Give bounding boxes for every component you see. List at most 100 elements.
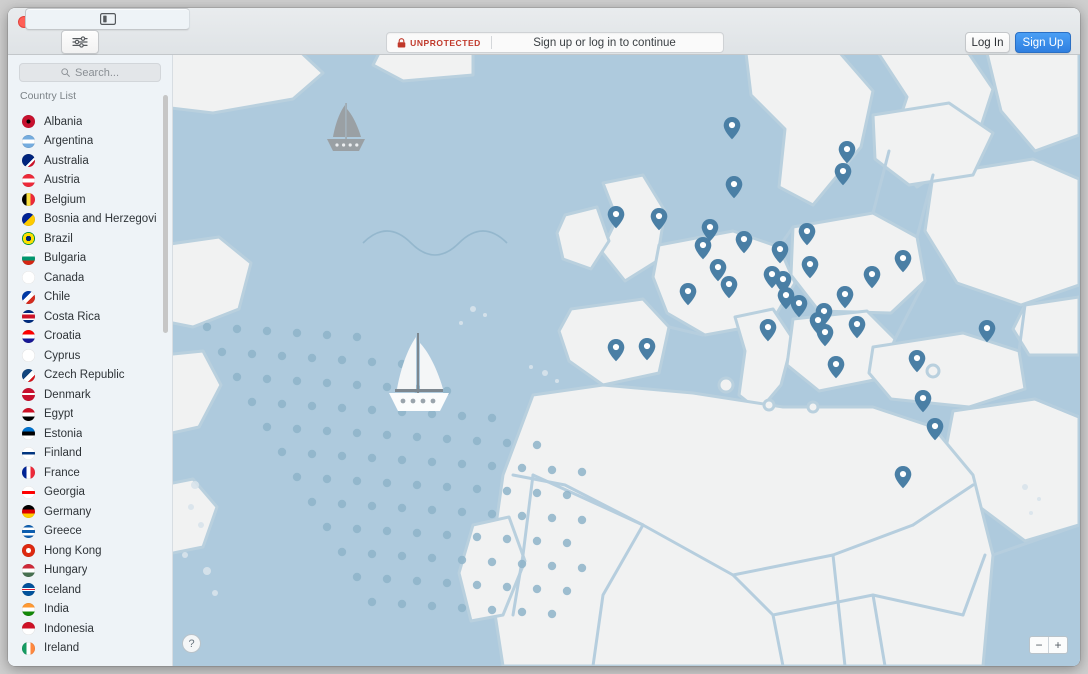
country-name: Egypt xyxy=(44,408,73,420)
flag-icon xyxy=(22,564,35,577)
flag-icon xyxy=(22,466,35,479)
flag-icon xyxy=(22,583,35,596)
country-list-item[interactable]: Hong Kong xyxy=(8,541,172,561)
sliders-icon xyxy=(72,36,88,48)
country-list-item[interactable]: Argentina xyxy=(8,132,172,152)
sidebar-icon xyxy=(100,13,116,25)
sign-up-button[interactable]: Sign Up xyxy=(1015,32,1071,53)
search-placeholder: Search... xyxy=(75,67,119,79)
country-list-item[interactable]: Bosnia and Herzegovi xyxy=(8,210,172,230)
flag-icon xyxy=(22,135,35,148)
country-list-item[interactable]: Belgium xyxy=(8,190,172,210)
country-list-item[interactable]: Indonesia xyxy=(8,619,172,639)
country-name: Czech Republic xyxy=(44,369,125,381)
country-list-item[interactable]: Croatia xyxy=(8,327,172,347)
lock-icon xyxy=(397,38,406,48)
zoom-out-button[interactable]: − xyxy=(1030,637,1049,653)
country-list-item[interactable]: Hungary xyxy=(8,561,172,581)
protection-status: UNPROTECTED xyxy=(387,38,491,48)
country-list-item[interactable]: Finland xyxy=(8,444,172,464)
app-window: UNPROTECTED Sign up or log in to continu… xyxy=(8,8,1080,666)
flag-icon xyxy=(22,115,35,128)
flag-icon xyxy=(22,369,35,382)
flag-icon xyxy=(22,232,35,245)
country-name: Georgia xyxy=(44,486,85,498)
country-list-item[interactable]: Iceland xyxy=(8,580,172,600)
flag-icon xyxy=(22,603,35,616)
country-name: Cyprus xyxy=(44,350,80,362)
country-name: Denmark xyxy=(44,389,91,401)
country-name: France xyxy=(44,467,80,479)
country-name: Ireland xyxy=(44,642,79,654)
titlebar: UNPROTECTED Sign up or log in to continu… xyxy=(8,8,1080,55)
country-name: Belgium xyxy=(44,194,86,206)
zoom-controls: − + xyxy=(1029,636,1068,654)
country-list-item[interactable]: Canada xyxy=(8,268,172,288)
country-name: Costa Rica xyxy=(44,311,100,323)
zoom-in-button[interactable]: + xyxy=(1049,637,1067,653)
connection-status-bar[interactable]: UNPROTECTED Sign up or log in to continu… xyxy=(386,32,724,53)
country-list[interactable]: Albania Argentina Australia Austria Belgium B… xyxy=(8,112,172,666)
country-name: Canada xyxy=(44,272,84,284)
flag-icon xyxy=(22,486,35,499)
country-list-item[interactable]: Denmark xyxy=(8,385,172,405)
country-name: Albania xyxy=(44,116,82,128)
country-list-item[interactable]: Australia xyxy=(8,151,172,171)
country-name: Estonia xyxy=(44,428,82,440)
flag-icon xyxy=(22,193,35,206)
country-list-item[interactable]: Albania xyxy=(8,112,172,132)
country-name: Chile xyxy=(44,291,70,303)
search-input[interactable]: Search... xyxy=(19,63,161,82)
sidebar: Search... Country List AlbaniaArgentinaA… xyxy=(8,55,173,666)
country-list-item[interactable]: Estonia xyxy=(8,424,172,444)
status-message: Sign up or log in to continue xyxy=(492,37,723,49)
country-list-item[interactable]: Austria xyxy=(8,171,172,191)
protection-status-label: UNPROTECTED xyxy=(410,38,481,48)
country-name: Argentina xyxy=(44,135,93,147)
country-list-item[interactable]: Czech Republic xyxy=(8,366,172,386)
flag-icon xyxy=(22,622,35,635)
world-map xyxy=(173,55,1079,666)
country-list-item[interactable]: France xyxy=(8,463,172,483)
country-list-item[interactable]: Brazil xyxy=(8,229,172,249)
help-button[interactable]: ? xyxy=(182,634,201,653)
flag-icon xyxy=(22,525,35,538)
country-name: Hungary xyxy=(44,564,87,576)
log-in-button[interactable]: Log In xyxy=(965,32,1010,53)
flag-icon xyxy=(22,330,35,343)
flag-icon xyxy=(22,408,35,421)
country-name: Bosnia and Herzegovi xyxy=(44,213,157,225)
country-name: Germany xyxy=(44,506,91,518)
country-list-item[interactable]: Germany xyxy=(8,502,172,522)
country-list-item[interactable]: India xyxy=(8,600,172,620)
country-name: Finland xyxy=(44,447,82,459)
country-name: Australia xyxy=(44,155,89,167)
map-canvas[interactable]: ? − + xyxy=(173,55,1080,666)
flag-icon xyxy=(22,642,35,655)
search-container: Search... xyxy=(8,55,172,86)
country-name: Hong Kong xyxy=(44,545,102,557)
flag-icon xyxy=(22,310,35,323)
country-list-item[interactable]: Costa Rica xyxy=(8,307,172,327)
sidebar-toggle-button[interactable] xyxy=(25,8,190,30)
country-list-item[interactable]: Chile xyxy=(8,288,172,308)
country-list-item[interactable]: Cyprus xyxy=(8,346,172,366)
country-list-item[interactable]: Egypt xyxy=(8,405,172,425)
country-name: Brazil xyxy=(44,233,73,245)
flag-icon xyxy=(22,544,35,557)
flag-icon xyxy=(22,252,35,265)
country-list-item[interactable]: Georgia xyxy=(8,483,172,503)
country-name: Greece xyxy=(44,525,82,537)
search-icon xyxy=(61,68,70,77)
flag-icon xyxy=(22,505,35,518)
flag-icon xyxy=(22,174,35,187)
app-root: UNPROTECTED Sign up or log in to continu… xyxy=(0,0,1088,674)
flag-icon xyxy=(22,447,35,460)
country-list-item[interactable]: Greece xyxy=(8,522,172,542)
sidebar-scrollbar[interactable] xyxy=(163,95,168,333)
country-list-item[interactable]: Bulgaria xyxy=(8,249,172,269)
country-name: Bulgaria xyxy=(44,252,86,264)
flag-icon xyxy=(22,271,35,284)
filters-button[interactable] xyxy=(61,30,99,54)
country-list-item[interactable]: Ireland xyxy=(8,639,172,659)
